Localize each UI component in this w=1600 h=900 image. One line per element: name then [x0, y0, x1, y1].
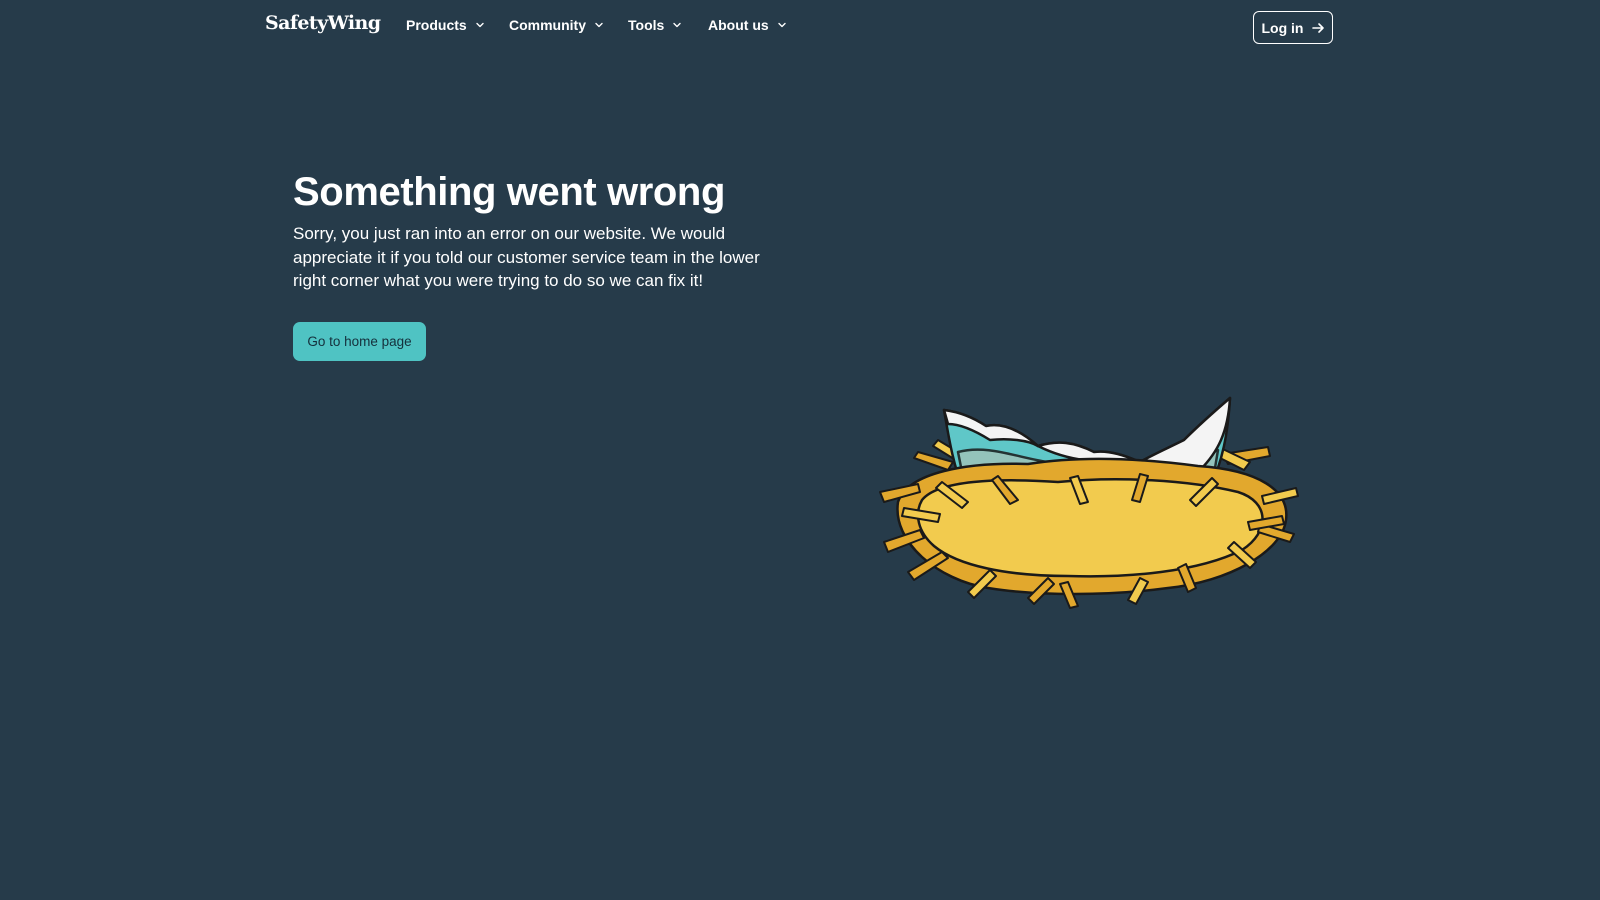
chevron-down-icon: [673, 22, 681, 28]
top-navigation-bar: SafetyWing Products Community Tools Abou…: [0, 0, 1600, 54]
page-title: Something went wrong: [293, 170, 725, 214]
nav-item-community[interactable]: Community: [509, 17, 604, 33]
nav-item-products[interactable]: Products: [406, 17, 485, 33]
chevron-down-icon: [777, 22, 786, 28]
nav-item-label: Community: [509, 17, 586, 33]
safetywing-logo[interactable]: SafetyWing: [265, 12, 381, 34]
nest-body: [896, 457, 1288, 596]
broken-egg-nest-illustration: [879, 396, 1299, 609]
error-message-section: Something went wrong Sorry, you just ran…: [293, 166, 813, 293]
nav-item-label: Tools: [628, 17, 665, 33]
nav-item-label: Products: [406, 17, 467, 33]
go-to-home-page-button[interactable]: Go to home page: [293, 322, 426, 361]
chevron-down-icon: [595, 22, 603, 28]
nav-item-tools[interactable]: Tools: [628, 17, 682, 33]
nav-item-about-us[interactable]: About us: [708, 17, 787, 33]
arrow-right-icon: [1311, 22, 1324, 33]
login-label: Log in: [1261, 19, 1304, 36]
error-description: Sorry, you just ran into an error on our…: [293, 224, 760, 290]
login-button[interactable]: Log in: [1253, 11, 1333, 44]
nav-item-label: About us: [708, 17, 769, 33]
chevron-down-icon: [475, 22, 484, 28]
